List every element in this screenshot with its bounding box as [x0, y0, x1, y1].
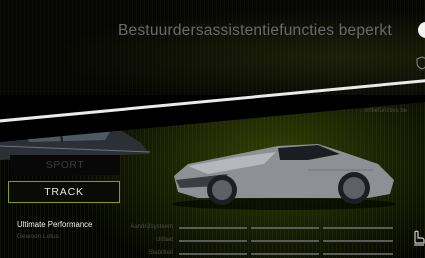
mode-track-button[interactable]: TRACK [8, 181, 120, 203]
seat-icon[interactable] [412, 230, 425, 246]
drive-mode-screen: Bestuurdersassistentiefuncties beperkt .… [0, 0, 425, 258]
car-window-illustration [0, 118, 150, 160]
performance-title: Ultimate Performance [17, 220, 93, 229]
mode-sport-button[interactable]: SPORT [10, 155, 120, 175]
shield-icon [416, 56, 425, 70]
assist-banner: Bestuurdersassistentiefuncties beperkt [0, 0, 425, 95]
metric-bar-exhaust [179, 240, 393, 242]
sports-car-image [172, 144, 396, 210]
metric-label-exhaust: Uitlaat [155, 237, 173, 243]
performance-subtitle: Gewoon Lotus [17, 233, 59, 240]
assist-limited-title: Bestuurdersassistentiefuncties beperkt [118, 22, 392, 39]
scene-subtitle: ...entiefuncties be [360, 108, 408, 114]
metric-bar-stability [179, 253, 393, 255]
metric-label-drivetrain: Aandrijfsysteem [130, 224, 173, 230]
banner-toggle[interactable] [418, 22, 425, 38]
metric-bar-drivetrain [179, 227, 393, 229]
metric-label-stability: Stabiliteit [148, 250, 173, 256]
